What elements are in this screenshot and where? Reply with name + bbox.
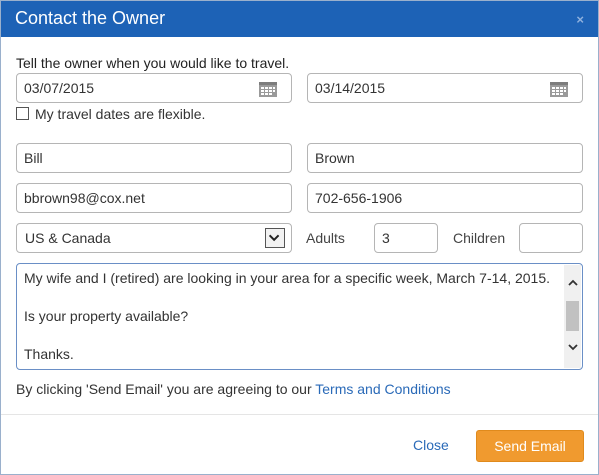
- adults-field[interactable]: 3: [374, 223, 438, 253]
- adults-value: 3: [382, 230, 390, 246]
- flexible-dates-checkbox[interactable]: [16, 107, 29, 120]
- message-textarea[interactable]: My wife and I (retired) are looking in y…: [16, 263, 583, 370]
- phone-value: 702-656-1906: [315, 190, 403, 206]
- terms-link[interactable]: Terms and Conditions: [315, 381, 450, 397]
- chevron-down-icon[interactable]: [568, 342, 578, 352]
- message-text: My wife and I (retired) are looking in y…: [24, 270, 551, 362]
- chevron-down-icon: [268, 234, 280, 242]
- adults-label: Adults: [306, 230, 345, 246]
- dialog-titlebar: Contact the Owner ×: [1, 1, 598, 37]
- contact-owner-dialog: Contact the Owner × Tell the owner when …: [0, 0, 599, 475]
- last-name-field[interactable]: Brown: [307, 143, 583, 173]
- close-icon[interactable]: ×: [576, 12, 584, 27]
- country-value: US & Canada: [25, 230, 111, 246]
- children-label: Children: [453, 230, 506, 246]
- terms-text: By clicking 'Send Email' you are agreein…: [16, 381, 312, 397]
- footer-divider: [1, 414, 598, 415]
- arrival-date-value: 03/07/2015: [24, 80, 95, 96]
- terms-notice: By clicking 'Send Email' you are agreein…: [16, 381, 451, 397]
- first-name-value: Bill: [24, 150, 43, 166]
- travel-prompt: Tell the owner when you would like to tr…: [16, 55, 290, 71]
- chevron-up-icon[interactable]: [568, 278, 578, 288]
- arrival-date-field[interactable]: 03/07/2015: [16, 73, 292, 103]
- flexible-dates-label: My travel dates are flexible.: [35, 106, 206, 122]
- phone-field[interactable]: 702-656-1906: [307, 183, 583, 213]
- calendar-icon[interactable]: [259, 81, 277, 97]
- close-button[interactable]: Close: [413, 437, 449, 453]
- country-select[interactable]: US & Canada: [16, 223, 292, 253]
- children-field[interactable]: [519, 223, 583, 253]
- calendar-icon[interactable]: [550, 81, 568, 97]
- scrollbar-thumb[interactable]: [566, 301, 579, 331]
- dialog-title: Contact the Owner: [15, 8, 166, 28]
- message-scrollbar[interactable]: [564, 265, 581, 368]
- last-name-value: Brown: [315, 150, 355, 166]
- departure-date-value: 03/14/2015: [315, 80, 386, 96]
- send-email-button[interactable]: Send Email: [476, 430, 584, 462]
- email-field[interactable]: bbrown98@cox.net: [16, 183, 292, 213]
- email-value: bbrown98@cox.net: [24, 190, 145, 206]
- first-name-field[interactable]: Bill: [16, 143, 292, 173]
- dropdown-button[interactable]: [265, 228, 285, 248]
- departure-date-field[interactable]: 03/14/2015: [307, 73, 583, 103]
